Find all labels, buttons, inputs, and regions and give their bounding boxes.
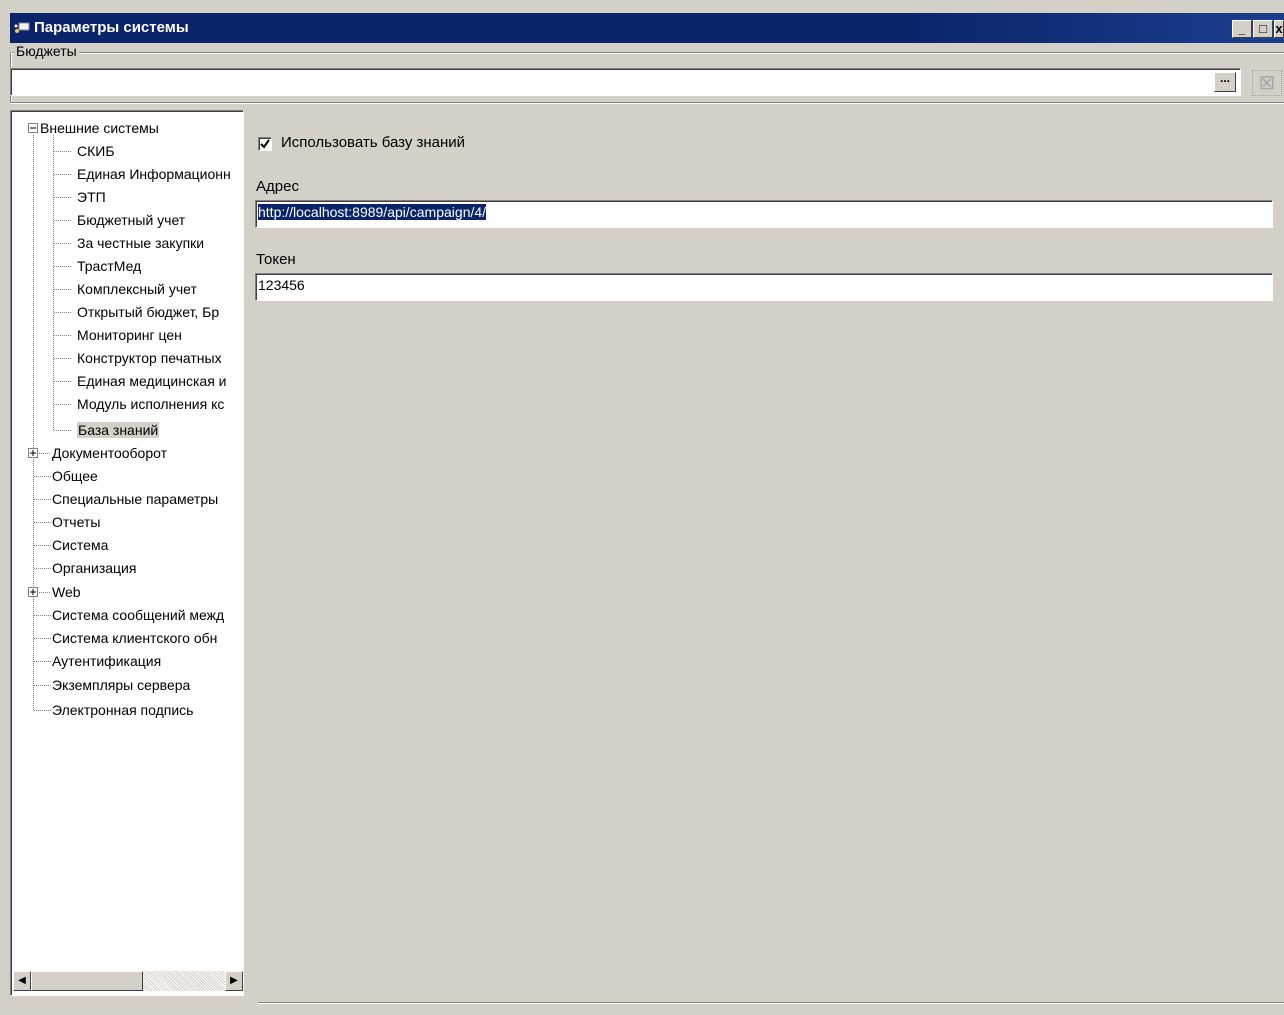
close-button[interactable]: x [1274, 20, 1284, 38]
app-icon [14, 22, 30, 33]
tree-item-organization[interactable]: Организация [52, 559, 136, 577]
window-title: Параметры системы [34, 19, 189, 36]
tree-item-label: Система сообщений межд [52, 607, 225, 623]
collapse-icon [28, 123, 38, 133]
expand-icon [28, 587, 38, 597]
tree-item-external-systems[interactable]: Внешние системы [40, 119, 159, 137]
tree-item-label: Отчеты [52, 514, 101, 530]
scroll-right-arrow-icon[interactable]: ▶ [225, 971, 243, 991]
tree-item-web[interactable]: Web [52, 583, 81, 601]
tree-item-label: Специальные параметры [52, 491, 219, 507]
budgets-group-frame-bottom [10, 102, 1284, 104]
tree-item-open-budget[interactable]: Открытый бюджет, Бр [77, 303, 219, 321]
tree-item-messaging-system[interactable]: Система сообщений межд [52, 606, 224, 624]
title-bar[interactable]: Параметры системы _ □ x [10, 13, 1284, 43]
minimize-button[interactable]: _ [1232, 20, 1252, 38]
tree-item-trastmed[interactable]: ТрастМед [77, 257, 141, 275]
scrollbar-thumb[interactable] [31, 971, 143, 991]
tree-item-authentication[interactable]: Аутентификация [52, 652, 161, 670]
budgets-group-frame [10, 52, 1284, 54]
tree-item-label: Бюджетный учет [77, 212, 186, 228]
expand-icon [28, 448, 38, 458]
tree-item-execution-module[interactable]: Модуль исполнения кс [77, 395, 224, 413]
tree-item-label: Внешние системы [40, 120, 159, 136]
tree-item-label: Электронная подпись [52, 702, 194, 718]
tree-item-special-params[interactable]: Специальные параметры [52, 490, 218, 508]
checkmark-icon [260, 139, 270, 149]
scroll-left-arrow-icon[interactable]: ◀ [13, 971, 31, 991]
token-value: 123456 [258, 277, 305, 293]
budgets-label: Бюджеты [14, 43, 79, 59]
tree-item-label: Web [52, 584, 81, 600]
address-input[interactable]: http://localhost:8989/api/campaign/4/ [255, 200, 1273, 228]
tree-item-etp[interactable]: ЭТП [77, 188, 106, 206]
use-knowledge-base-checkbox[interactable] [258, 137, 272, 151]
tree-item-label: Комплексный учет [77, 281, 197, 297]
tree-item-label: Единая Информационн [77, 166, 231, 182]
tree-item-label: ЭТП [77, 189, 106, 205]
tree-item-unified-info[interactable]: Единая Информационн [77, 165, 231, 183]
tree-item-label: Аутентификация [52, 653, 162, 669]
budgets-select-button[interactable]: ... [1214, 72, 1236, 92]
use-knowledge-base-label[interactable]: Использовать базу знаний [281, 134, 465, 151]
tree-item-unified-medical[interactable]: Единая медицинская и [77, 372, 227, 390]
tree-item-label: СКИБ [77, 143, 115, 159]
budgets-clear-icon[interactable]: ⊠ [1252, 70, 1282, 96]
tree-item-document-flow[interactable]: Документооборот [52, 444, 167, 462]
settings-tree[interactable]: Внешние системы СКИБ Единая Информационн… [10, 110, 244, 996]
tree-item-fair-procurement[interactable]: За честные закупки [77, 234, 204, 252]
tree-item-price-monitoring[interactable]: Мониторинг цен [77, 326, 182, 344]
token-input[interactable]: 123456 [255, 273, 1273, 301]
tree-item-general[interactable]: Общее [52, 467, 98, 485]
tree-item-reports[interactable]: Отчеты [52, 513, 100, 531]
tree-item-label: ТрастМед [77, 258, 142, 274]
budgets-input[interactable] [10, 68, 1241, 96]
tree-item-server-instances[interactable]: Экземпляры сервера [52, 676, 190, 694]
tree-item-label: Организация [52, 560, 137, 576]
tree-item-complex-accounting[interactable]: Комплексный учет [77, 280, 197, 298]
tree-item-label: Открытый бюджет, Бр [77, 304, 220, 320]
tree-item-system[interactable]: Система [52, 536, 108, 554]
tree-item-label: Система клиентского обн [52, 630, 218, 646]
tree-item-label: Система [52, 537, 109, 553]
address-value: http://localhost:8989/api/campaign/4/ [258, 204, 487, 220]
tree-item-label: За честные закупки [77, 235, 205, 251]
tree-item-label: Конструктор печатных [77, 350, 222, 366]
tree-item-client-update-system[interactable]: Система клиентского обн [52, 629, 217, 647]
tree-item-knowledge-base[interactable]: База знаний [77, 421, 160, 439]
tree-item-skib[interactable]: СКИБ [77, 142, 115, 160]
tree-item-label: Экземпляры сервера [52, 677, 191, 693]
tree-item-label: База знаний [77, 422, 160, 438]
tree-item-budget-accounting[interactable]: Бюджетный учет [77, 211, 185, 229]
address-label: Адрес [256, 178, 299, 195]
tree-item-label: Единая медицинская и [77, 373, 227, 389]
tree-item-label: Модуль исполнения кс [77, 396, 225, 412]
tree-item-label: Документооборот [52, 445, 168, 461]
tree-item-print-constructor[interactable]: Конструктор печатных [77, 349, 222, 367]
tree-item-digital-signature[interactable]: Электронная подпись [52, 701, 193, 719]
tree-item-label: Общее [52, 468, 98, 484]
maximize-button[interactable]: □ [1253, 20, 1273, 38]
tree-horizontal-scrollbar[interactable]: ◀ ▶ [13, 971, 243, 991]
tree-item-label: Мониторинг цен [77, 327, 182, 343]
token-label: Токен [256, 251, 296, 268]
bottom-divider [258, 1002, 1284, 1004]
